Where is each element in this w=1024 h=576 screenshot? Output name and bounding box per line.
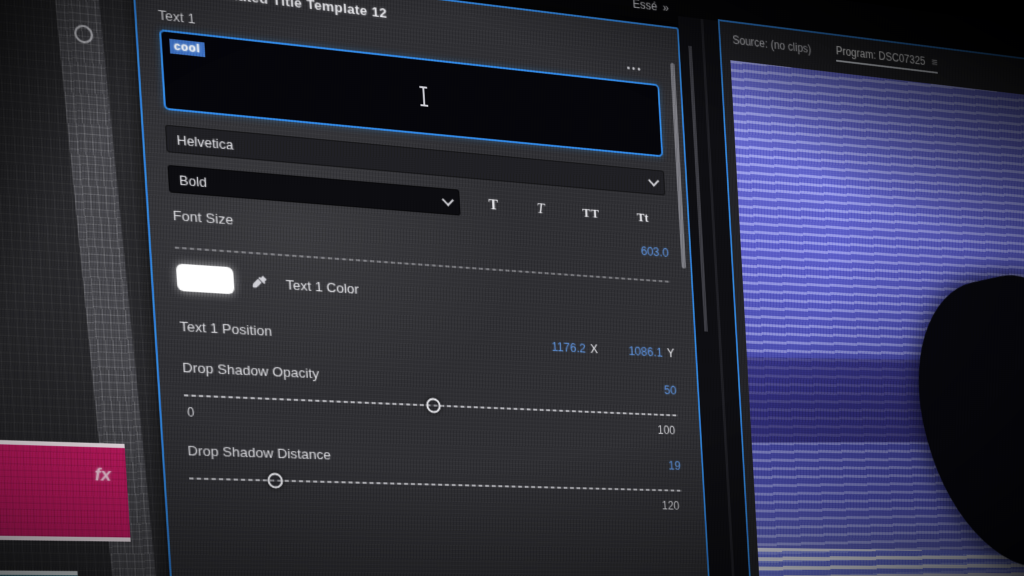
- font-size-value[interactable]: 603.0: [641, 244, 669, 260]
- chevron-down-icon: [648, 174, 659, 186]
- position-y[interactable]: 1086.1Y: [628, 344, 674, 360]
- shadow-opacity-label: Drop Shadow Opacity: [182, 359, 320, 381]
- position-x[interactable]: 1176.2X: [551, 340, 598, 356]
- program-video-preview[interactable]: [730, 60, 1024, 576]
- more-options-icon[interactable]: •••: [626, 62, 642, 75]
- text-position-label: Text 1 Position: [179, 318, 272, 339]
- all-caps-button[interactable]: TT: [582, 205, 600, 222]
- tab-program-monitor[interactable]: Program: DSC07325 ≡: [835, 43, 938, 74]
- fx-badge: fx: [94, 464, 112, 486]
- selected-text: cool: [169, 39, 205, 58]
- font-size-label: Font Size: [172, 207, 234, 227]
- shadow-opacity-min: 0: [187, 405, 195, 420]
- tab-essential[interactable]: Essé »: [632, 0, 669, 15]
- timeline-clip-pink[interactable]: fx: [0, 437, 131, 542]
- text-color-label: Text 1 Color: [285, 276, 359, 296]
- shadow-opacity-value[interactable]: 50: [664, 383, 677, 397]
- timeline-clip-teal[interactable]: [0, 570, 83, 576]
- text-group-label: Text 1: [158, 7, 196, 27]
- shadow-opacity-max: 100: [657, 423, 675, 437]
- shadow-distance-max: 120: [661, 499, 679, 513]
- eyedropper-icon[interactable]: [250, 273, 270, 293]
- text-color-swatch[interactable]: [176, 263, 235, 294]
- slider-knob[interactable]: [267, 473, 283, 489]
- faux-bold-button[interactable]: T: [488, 197, 498, 215]
- tab-source-monitor[interactable]: Source: (no clips): [732, 33, 811, 56]
- properties-panel: Lumetri Color Text Properties ≡ Essé » E…: [131, 0, 718, 576]
- tab-overflow-chevron-icon[interactable]: »: [662, 1, 669, 15]
- video-bright-stripes: [758, 548, 1024, 576]
- faux-italic-button[interactable]: T: [536, 201, 545, 218]
- shadow-distance-label: Drop Shadow Distance: [187, 443, 331, 463]
- ibeam-cursor-icon: [415, 84, 432, 108]
- screen-photo: fx Lumetri Color Text Properties ≡ Essé …: [0, 0, 1024, 576]
- premiere-workspace: fx Lumetri Color Text Properties ≡ Essé …: [0, 0, 1024, 576]
- chevron-down-icon: [441, 193, 453, 206]
- program-monitor-panel: Source: (no clips) Program: DSC07325 ≡: [718, 19, 1024, 576]
- shadow-distance-value[interactable]: 19: [668, 459, 681, 473]
- small-caps-button[interactable]: Tt: [637, 209, 649, 225]
- slider-knob[interactable]: [426, 398, 441, 414]
- panel-menu-icon[interactable]: ≡: [931, 55, 938, 69]
